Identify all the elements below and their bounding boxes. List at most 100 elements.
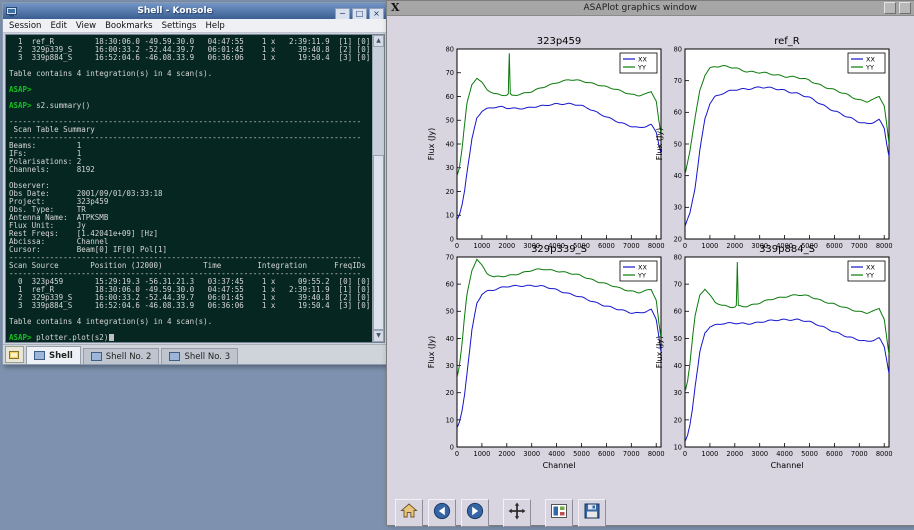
terminal-line: 1 ref_R 18:30:06.0 -49.59.30.0 04:47:55 … (9, 37, 372, 45)
y-tick-label: 0 (450, 443, 454, 451)
y-tick-label: 50 (674, 335, 682, 343)
terminal-output[interactable]: 1 ref_R 18:30:06.0 -49.59.30.0 04:47:55 … (6, 35, 372, 342)
terminal-line (9, 109, 372, 117)
legend-label: XX (638, 55, 647, 63)
x11-logo-icon[interactable]: X (391, 2, 400, 14)
y-tick-label: 80 (674, 253, 682, 261)
scrollbar-thumb[interactable] (373, 155, 384, 330)
y-tick-label: 30 (446, 362, 454, 370)
terminal-line: Project: 323p459 (9, 197, 372, 205)
terminal-line: ----------------------------------------… (9, 117, 372, 125)
x-tick-label: 5000 (801, 450, 818, 458)
y-tick-label: 30 (446, 164, 454, 172)
home-icon (400, 502, 418, 524)
x-tick-label: 6000 (826, 450, 843, 458)
y-tick-label: 50 (446, 117, 454, 125)
terminal-line: Rest Freqs: [1.42041e+09] [Hz] (9, 229, 372, 237)
terminal-line (9, 173, 372, 181)
y-tick-label: 60 (674, 308, 682, 316)
subplot-title: 329p339_S (531, 244, 587, 255)
new-session-button[interactable] (5, 346, 24, 363)
forward-icon (466, 502, 484, 524)
home-button[interactable] (395, 499, 423, 527)
menu-item-settings[interactable]: Settings (162, 21, 197, 31)
terminal-line: Scan Source Position (J2000) Time Integr… (9, 261, 372, 269)
maximize-button[interactable] (899, 2, 911, 14)
x-tick-label: 6000 (598, 450, 615, 458)
terminal-line: Flux Unit: Jy (9, 221, 372, 229)
terminal-line: 3 339p884_S 16:52:04.6 -46.08.33.9 06:36… (9, 301, 372, 309)
terminal-line (9, 61, 372, 69)
konsole-window-icon (6, 2, 17, 21)
terminal-scrollbar[interactable]: ▲ ▼ (372, 35, 384, 342)
x-tick-label: 7000 (623, 242, 640, 250)
subplots-icon (550, 502, 568, 524)
asaplot-window: X ASAPlot graphics window 01000200030004… (386, 0, 914, 526)
asaplot-titlebar[interactable]: X ASAPlot graphics window (387, 1, 914, 16)
tab-shell[interactable]: Shell (26, 346, 81, 364)
y-tick-label: 30 (674, 389, 682, 397)
subplot-title: 339p884_S (759, 244, 815, 255)
scrollbar-up-icon[interactable]: ▲ (373, 35, 384, 47)
x-tick-label: 1000 (474, 450, 491, 458)
x-tick-label: 0 (683, 242, 687, 250)
y-tick-label: 40 (446, 140, 454, 148)
x-tick-label: 8000 (648, 242, 665, 250)
subplots-button[interactable] (545, 499, 573, 527)
y-tick-label: 60 (674, 109, 682, 117)
menu-item-help[interactable]: Help (205, 21, 224, 31)
x-tick-label: 8000 (876, 242, 893, 250)
terminal-line: Abcissa: Channel (9, 237, 372, 245)
x-tick-label: 7000 (623, 450, 640, 458)
x-tick-label: 2000 (726, 450, 743, 458)
terminal-tab-icon (91, 352, 102, 361)
matplotlib-figure[interactable]: 0100020003000400050006000700080000102030… (387, 16, 913, 492)
forward-button[interactable] (461, 499, 489, 527)
save-button[interactable] (578, 499, 606, 527)
y-tick-label: 60 (446, 281, 454, 289)
menu-item-view[interactable]: View (76, 21, 96, 31)
y-tick-label: 20 (446, 188, 454, 196)
terminal-line: Polarisations: 2 (9, 157, 372, 165)
menu-item-session[interactable]: Session (9, 21, 41, 31)
terminal-line: Channels: 8192 (9, 165, 372, 173)
subplot-title: ref_R (774, 36, 800, 47)
terminal-line (9, 325, 372, 333)
menu-item-edit[interactable]: Edit (50, 21, 66, 31)
terminal-line: ----------------------------------------… (9, 269, 372, 277)
subplot-title: 323p459 (537, 36, 582, 47)
menu-item-bookmarks[interactable]: Bookmarks (105, 21, 153, 31)
y-tick-label: 20 (674, 235, 682, 243)
x-tick-label: 1000 (702, 450, 719, 458)
iconify-button[interactable] (884, 2, 896, 14)
x-tick-label: 7000 (851, 242, 868, 250)
pan-button[interactable] (503, 499, 531, 527)
x-tick-label: 6000 (826, 242, 843, 250)
scrollbar-down-icon[interactable]: ▼ (373, 330, 384, 342)
new-session-icon (9, 350, 20, 360)
terminal-line: Antenna Name: ATPKSMB (9, 213, 372, 221)
x-tick-label: 1000 (702, 242, 719, 250)
legend-label: YY (865, 63, 874, 71)
y-tick-label: 10 (446, 416, 454, 424)
x-tick-label: 4000 (548, 450, 565, 458)
legend-label: YY (637, 271, 646, 279)
y-tick-label: 20 (674, 416, 682, 424)
back-button[interactable] (428, 499, 456, 527)
y-tick-label: 30 (674, 204, 682, 212)
figure-canvas[interactable]: 0100020003000400050006000700080000102030… (387, 16, 914, 496)
tab-shell-no-3[interactable]: Shell No. 3 (161, 348, 238, 364)
y-tick-label: 40 (674, 362, 682, 370)
terminal-line (9, 93, 372, 101)
axes-frame (685, 257, 889, 447)
konsole-titlebar[interactable]: Shell - Konsole −□× (3, 3, 387, 19)
tab-shell-no-2[interactable]: Shell No. 2 (83, 348, 160, 364)
x-tick-label: 8000 (876, 450, 893, 458)
subplot-339p884_s: 0100020003000400050006000700080001020304… (655, 244, 893, 470)
konsole-window-title: Shell - Konsole (20, 6, 330, 16)
legend-label: XX (866, 263, 875, 271)
legend-label: YY (865, 271, 874, 279)
terminal-line (9, 77, 372, 85)
y-axis-label: Flux (Jy) (427, 336, 436, 369)
back-icon (433, 502, 451, 524)
